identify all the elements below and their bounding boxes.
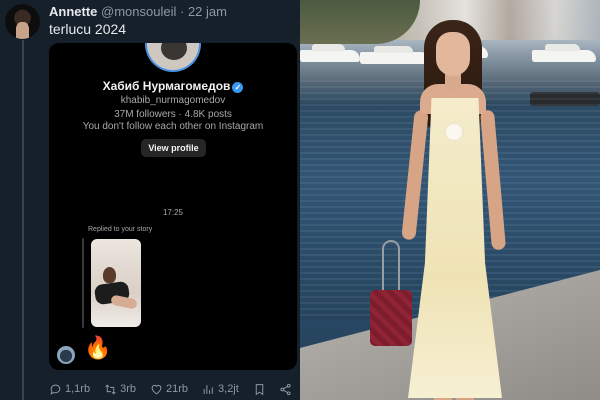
retweet-icon bbox=[105, 383, 116, 395]
right-arm bbox=[479, 109, 507, 251]
sender-avatar bbox=[57, 346, 75, 364]
dm-username: khabib_nurmagomedov bbox=[120, 95, 226, 106]
dm-profile-name-text: Хабиб Нурмагомедов bbox=[102, 79, 231, 93]
red-handbag bbox=[370, 290, 412, 346]
views-button[interactable]: 3,2jt bbox=[202, 383, 239, 396]
reply-icon bbox=[50, 384, 61, 395]
share-icon bbox=[280, 383, 291, 395]
thread-line bbox=[22, 40, 24, 400]
share-button[interactable] bbox=[279, 383, 295, 396]
verified-icon: ✓ bbox=[232, 82, 244, 93]
views-icon bbox=[203, 384, 213, 394]
author-handle[interactable]: @monsouleil bbox=[101, 4, 176, 19]
woman-figure bbox=[370, 20, 528, 400]
author-avatar[interactable] bbox=[5, 4, 40, 39]
tweet-text: terlucu 2024 bbox=[49, 21, 127, 37]
dm-follow-status: You don't follow each other on Instagram bbox=[82, 121, 264, 132]
tweet[interactable]: Annette @monsouleil · 22 jam terlucu 202… bbox=[0, 0, 300, 400]
left-arm bbox=[401, 109, 429, 241]
view-profile-button: View profile bbox=[141, 139, 206, 157]
like-count: 21rb bbox=[165, 383, 189, 395]
story-person-legs bbox=[110, 294, 138, 310]
retweet-count: 3rb bbox=[120, 383, 136, 395]
attached-photo[interactable] bbox=[300, 0, 600, 400]
fire-emoji: 🔥 bbox=[84, 335, 112, 360]
dm-timestamp: 17:25 bbox=[162, 208, 184, 217]
story-thumbnail bbox=[91, 239, 141, 327]
story-person-head bbox=[103, 267, 116, 283]
dm-profile-picture bbox=[145, 43, 201, 72]
reply-bar bbox=[82, 238, 84, 328]
yacht bbox=[300, 44, 360, 62]
tweet-actions: 1,1rb 3rb 21rb 3,2jt bbox=[49, 380, 297, 398]
tweet-header: Annette @monsouleil · 22 jam bbox=[49, 4, 227, 19]
dress-flower bbox=[446, 124, 462, 140]
reply-button[interactable]: 1,1rb bbox=[49, 383, 90, 396]
reply-count: 1,1rb bbox=[65, 383, 91, 395]
like-icon bbox=[151, 384, 162, 394]
bookmark-button[interactable] bbox=[253, 383, 269, 396]
like-button[interactable]: 21rb bbox=[150, 383, 188, 396]
replied-label: Replied to your story bbox=[88, 226, 153, 233]
separator: · bbox=[179, 4, 185, 19]
retweet-button[interactable]: 3rb bbox=[104, 383, 136, 396]
bookmark-icon bbox=[255, 383, 264, 395]
dm-stats: 37M followers · 4.8K posts bbox=[114, 109, 232, 120]
face bbox=[436, 32, 470, 76]
views-count: 3,2jt bbox=[218, 383, 239, 395]
tweet-time[interactable]: 22 jam bbox=[188, 4, 227, 19]
yacht bbox=[532, 44, 596, 62]
dm-screenshot-card[interactable]: Хабиб Нурмагомедов ✓ khabib_nurmagomedov … bbox=[49, 43, 297, 370]
author-name[interactable]: Annette bbox=[49, 4, 97, 19]
dm-profile-name: Хабиб Нурмагомедов ✓ bbox=[49, 79, 297, 93]
bag-strap bbox=[382, 240, 400, 292]
